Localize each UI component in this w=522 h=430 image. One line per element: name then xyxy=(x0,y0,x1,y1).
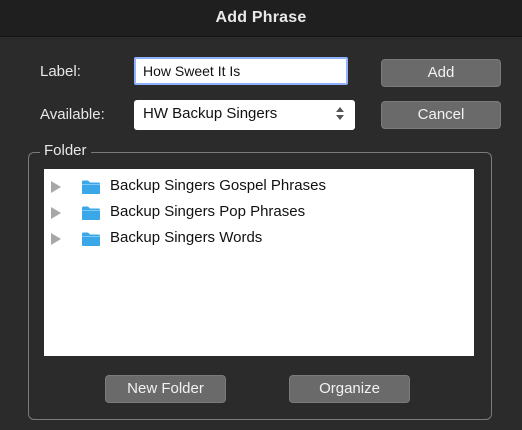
disclosure-triangle-icon[interactable] xyxy=(51,207,61,219)
add-button[interactable]: Add xyxy=(381,59,501,87)
disclosure-triangle-icon[interactable] xyxy=(51,181,61,193)
available-select[interactable]: HW Backup Singers xyxy=(134,100,355,130)
folder-row[interactable]: Backup Singers Words xyxy=(44,227,474,251)
folder-group-legend: Folder xyxy=(40,142,91,159)
folder-name: Backup Singers Gospel Phrases xyxy=(110,177,326,194)
label-input[interactable] xyxy=(134,57,348,85)
folder-row[interactable]: Backup Singers Gospel Phrases xyxy=(44,175,474,199)
disclosure-triangle-icon[interactable] xyxy=(51,233,61,245)
folder-row[interactable]: Backup Singers Pop Phrases xyxy=(44,201,474,225)
available-caption: Available: xyxy=(40,106,105,123)
folder-name: Backup Singers Words xyxy=(110,229,263,246)
window-title: Add Phrase xyxy=(215,9,307,26)
label-caption: Label: xyxy=(40,63,81,80)
folder-icon xyxy=(82,206,100,220)
folder-name: Backup Singers Pop Phrases xyxy=(110,203,306,220)
new-folder-button[interactable]: New Folder xyxy=(105,375,226,403)
select-stepper-icon xyxy=(335,107,345,123)
folder-tree[interactable]: Backup Singers Gospel Phrases Backup Sin… xyxy=(44,169,474,356)
available-selected-value: HW Backup Singers xyxy=(143,105,278,122)
folder-icon xyxy=(82,180,100,194)
organize-button[interactable]: Organize xyxy=(289,375,410,403)
cancel-button[interactable]: Cancel xyxy=(381,101,501,129)
folder-icon xyxy=(82,232,100,246)
title-bar: Add Phrase xyxy=(0,0,522,37)
